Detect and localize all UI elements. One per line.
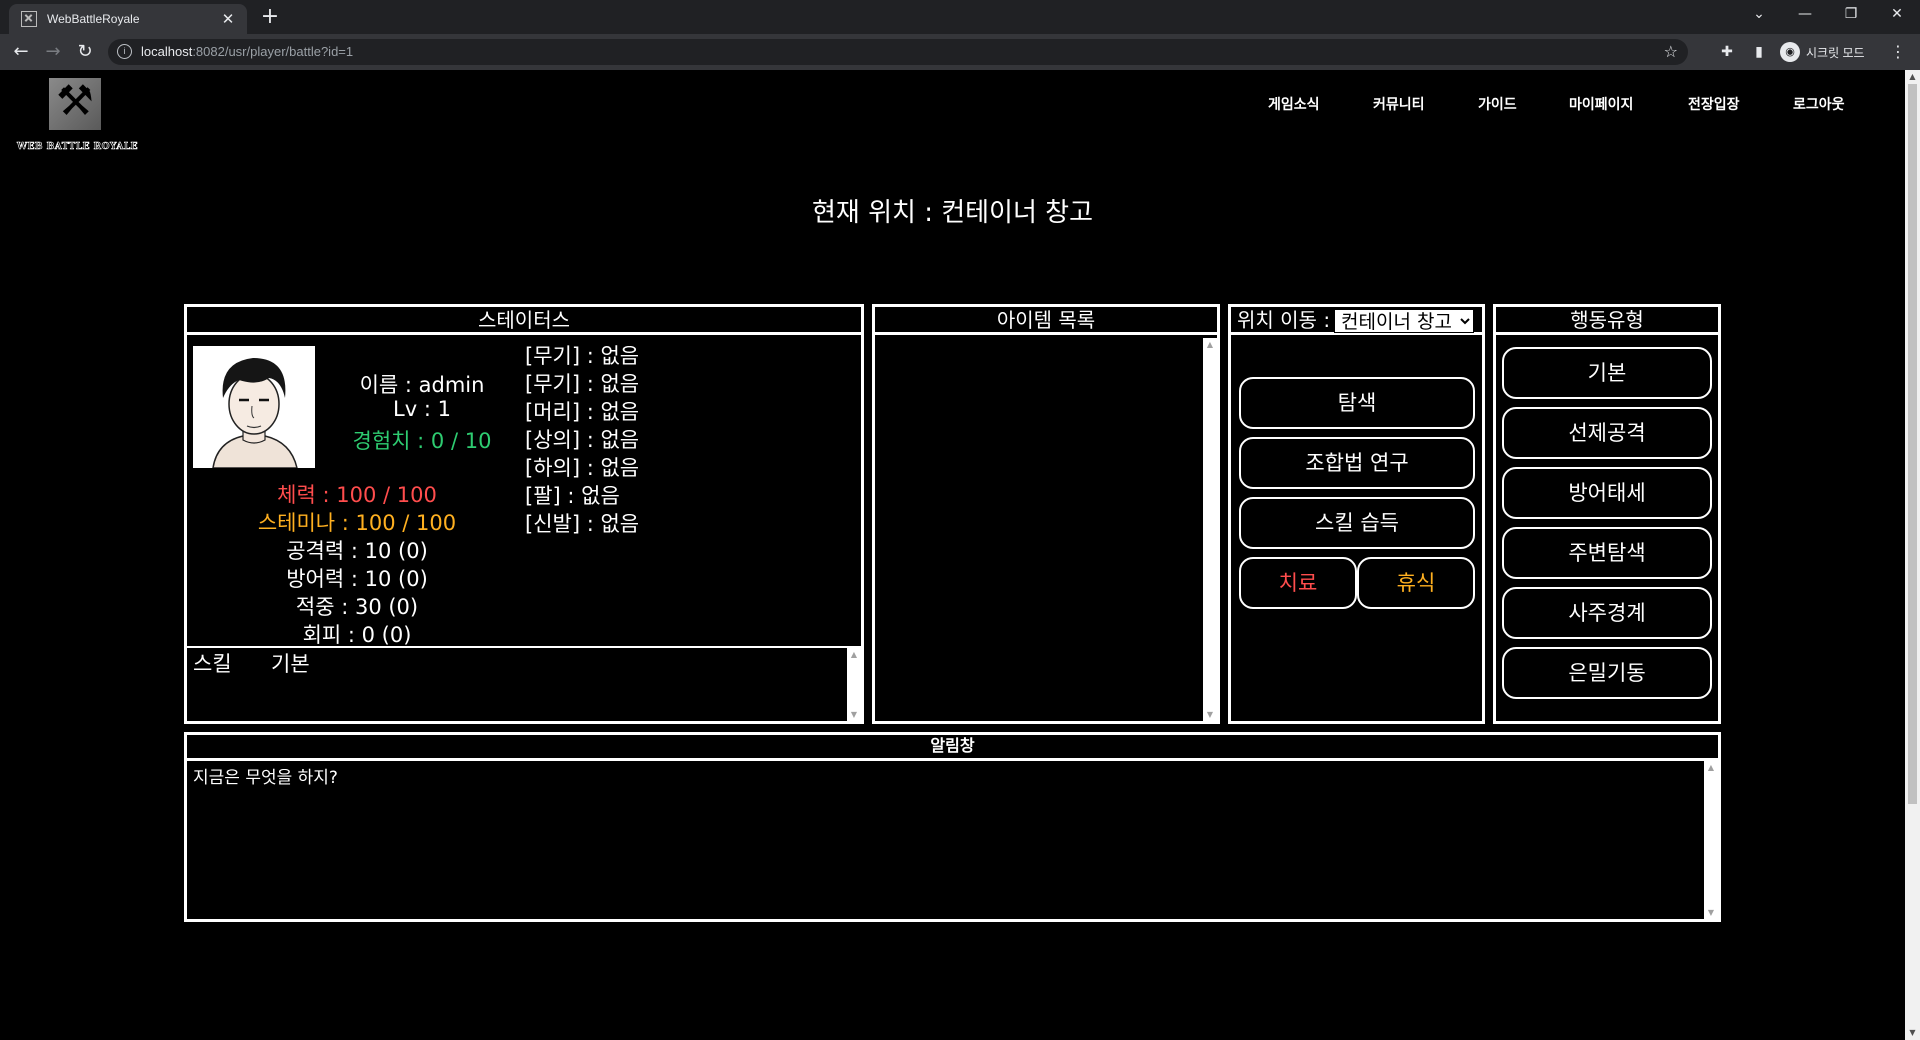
scroll-down-icon[interactable]: ▼ — [1704, 908, 1718, 917]
character-name: 이름 : admin — [359, 373, 485, 397]
action-preemptive-button[interactable]: 선제공격 — [1502, 407, 1712, 459]
back-icon[interactable]: ← — [9, 40, 33, 64]
browser-tab[interactable]: WebBattleRoyale ✕ — [9, 4, 247, 34]
tab-close-icon[interactable]: ✕ — [219, 10, 237, 28]
item-panel: 아이템 목록 ▲ ▼ — [872, 304, 1220, 724]
minimize-icon[interactable]: — — [1782, 0, 1828, 30]
site-logo[interactable]: WEB BATTLE ROYALE — [15, 76, 140, 158]
action-type-header: 행동유형 — [1496, 307, 1718, 335]
recipe-research-button[interactable]: 조합법 연구 — [1239, 437, 1475, 489]
character-level: Lv : 1 — [393, 397, 451, 421]
move-header: 위치 이동 : 컨테이너 창고 — [1231, 307, 1482, 335]
character-hp: 체력 : 100 / 100 — [277, 483, 437, 507]
action-vigilance-button[interactable]: 사주경계 — [1502, 587, 1712, 639]
logo-icon — [49, 76, 101, 130]
equip-head: [머리] : 없음 — [525, 400, 640, 424]
character-portrait — [193, 346, 315, 468]
status-panel: 스테이터스 이름 : admin Lv : 1 경험치 : 0 / 10 체력 … — [184, 304, 864, 724]
page-content: WEB BATTLE ROYALE 게임소식 커뮤니티 가이드 마이페이지 전장… — [0, 70, 1905, 1040]
notice-header: 알림창 — [187, 735, 1718, 761]
character-accuracy: 적중 : 30 (0) — [295, 595, 419, 619]
character-exp: 경험치 : 0 / 10 — [352, 429, 492, 453]
action-defensive-button[interactable]: 방어태세 — [1502, 467, 1712, 519]
scroll-down-icon[interactable]: ▼ — [1203, 710, 1217, 719]
logo-text: WEB BATTLE ROYALE — [16, 142, 139, 153]
side-panel-icon[interactable]: ▮ — [1750, 43, 1768, 61]
scroll-up-icon[interactable]: ▲ — [1203, 340, 1217, 349]
url-text: localhost:8082/usr/player/battle?id=1 — [141, 44, 353, 59]
notice-log[interactable]: 지금은 무엇을 하지? ▲ ▼ — [187, 761, 1718, 919]
site-info-icon[interactable]: i — [117, 44, 132, 59]
skill-box: 스킬 기본 ▲ ▼ — [187, 646, 861, 721]
skill-learn-button[interactable]: 스킬 습득 — [1239, 497, 1475, 549]
browser-tab-bar: WebBattleRoyale ✕ + ⌄ — ❐ ✕ — [0, 0, 1920, 34]
nav-community[interactable]: 커뮤니티 — [1373, 94, 1425, 116]
skill-scrollbar[interactable]: ▲ ▼ — [847, 648, 861, 721]
browser-menu-icon[interactable]: ⋮ — [1890, 42, 1906, 61]
scroll-down-icon[interactable]: ▼ — [1905, 1026, 1920, 1040]
scroll-up-icon[interactable]: ▲ — [847, 650, 861, 659]
nav-logout[interactable]: 로그아웃 — [1793, 94, 1845, 116]
url-host: localhost — [141, 44, 193, 59]
move-label: 위치 이동 : — [1237, 308, 1331, 332]
equip-top: [상의] : 없음 — [525, 428, 640, 452]
equip-shoes: [신발] : 없음 — [525, 512, 640, 536]
skill-value: 기본 — [271, 652, 310, 676]
tab-title: WebBattleRoyale — [47, 12, 140, 26]
favicon-icon — [21, 11, 37, 27]
rest-button[interactable]: 휴식 — [1357, 557, 1475, 609]
nav-game-news[interactable]: 게임소식 — [1268, 94, 1320, 116]
profile-label: 시크릿 모드 — [1806, 45, 1865, 60]
portrait-image — [193, 346, 315, 468]
action-basic-button[interactable]: 기본 — [1502, 347, 1712, 399]
item-scrollbar[interactable]: ▲ ▼ — [1203, 338, 1217, 721]
move-panel: 위치 이동 : 컨테이너 창고 탐색 조합법 연구 스킬 습득 치료 휴식 — [1228, 304, 1485, 724]
page-title: 현재 위치 : 컨테이너 창고 — [811, 198, 1094, 228]
scroll-up-icon[interactable]: ▲ — [1905, 70, 1920, 84]
nav-mypage[interactable]: 마이페이지 — [1569, 94, 1633, 116]
reload-icon[interactable]: ↻ — [73, 40, 97, 64]
tab-search-icon[interactable]: ⌄ — [1736, 0, 1782, 30]
status-header: 스테이터스 — [187, 307, 861, 335]
bookmark-star-icon[interactable]: ☆ — [1664, 42, 1678, 61]
scrollbar-thumb[interactable] — [1908, 84, 1917, 804]
character-attack: 공격력 : 10 (0) — [286, 539, 428, 563]
action-stealth-button[interactable]: 은밀기동 — [1502, 647, 1712, 699]
url-path: :8082/usr/player/battle?id=1 — [192, 44, 354, 59]
incognito-profile[interactable]: ◉ 시크릿 모드 — [1780, 40, 1865, 64]
equip-weapon-1: [무기] : 없음 — [525, 344, 640, 368]
skill-label: 스킬 — [193, 652, 232, 676]
explore-button[interactable]: 탐색 — [1239, 377, 1475, 429]
heal-button[interactable]: 치료 — [1239, 557, 1357, 609]
scroll-down-icon[interactable]: ▼ — [847, 710, 861, 719]
item-header: 아이템 목록 — [875, 307, 1217, 335]
location-select[interactable]: 컨테이너 창고 — [1334, 309, 1474, 333]
notice-message: 지금은 무엇을 하지? — [193, 768, 338, 788]
restore-icon[interactable]: ❐ — [1828, 0, 1874, 30]
address-bar-row: ← → ↻ i localhost:8082/usr/player/battle… — [0, 34, 1920, 70]
nav-enter-battlefield[interactable]: 전장입장 — [1688, 94, 1740, 116]
nav-guide[interactable]: 가이드 — [1478, 94, 1517, 116]
page-scrollbar[interactable]: ▲ ▼ — [1905, 70, 1920, 1040]
new-tab-icon[interactable]: + — [258, 6, 282, 30]
scroll-up-icon[interactable]: ▲ — [1704, 763, 1718, 772]
window-close-icon[interactable]: ✕ — [1874, 0, 1920, 30]
forward-icon[interactable]: → — [41, 40, 65, 64]
equip-bottom: [하의] : 없음 — [525, 456, 640, 480]
character-evasion: 회피 : 0 (0) — [302, 623, 412, 647]
equip-weapon-2: [무기] : 없음 — [525, 372, 640, 396]
character-defense: 방어력 : 10 (0) — [286, 567, 428, 591]
action-scout-button[interactable]: 주변탐색 — [1502, 527, 1712, 579]
url-input[interactable]: i localhost:8082/usr/player/battle?id=1 … — [108, 39, 1688, 65]
character-stamina: 스테미나 : 100 / 100 — [257, 511, 457, 535]
extensions-icon[interactable]: ✚ — [1718, 43, 1736, 61]
incognito-icon: ◉ — [1780, 42, 1800, 62]
item-list[interactable]: ▲ ▼ — [875, 338, 1217, 721]
action-type-panel: 행동유형 기본 선제공격 방어태세 주변탐색 사주경계 은밀기동 — [1493, 304, 1721, 724]
equip-arm: [팔] : 없음 — [525, 484, 620, 508]
notice-panel: 알림창 지금은 무엇을 하지? ▲ ▼ — [184, 732, 1721, 922]
notice-scrollbar[interactable]: ▲ ▼ — [1704, 761, 1718, 919]
